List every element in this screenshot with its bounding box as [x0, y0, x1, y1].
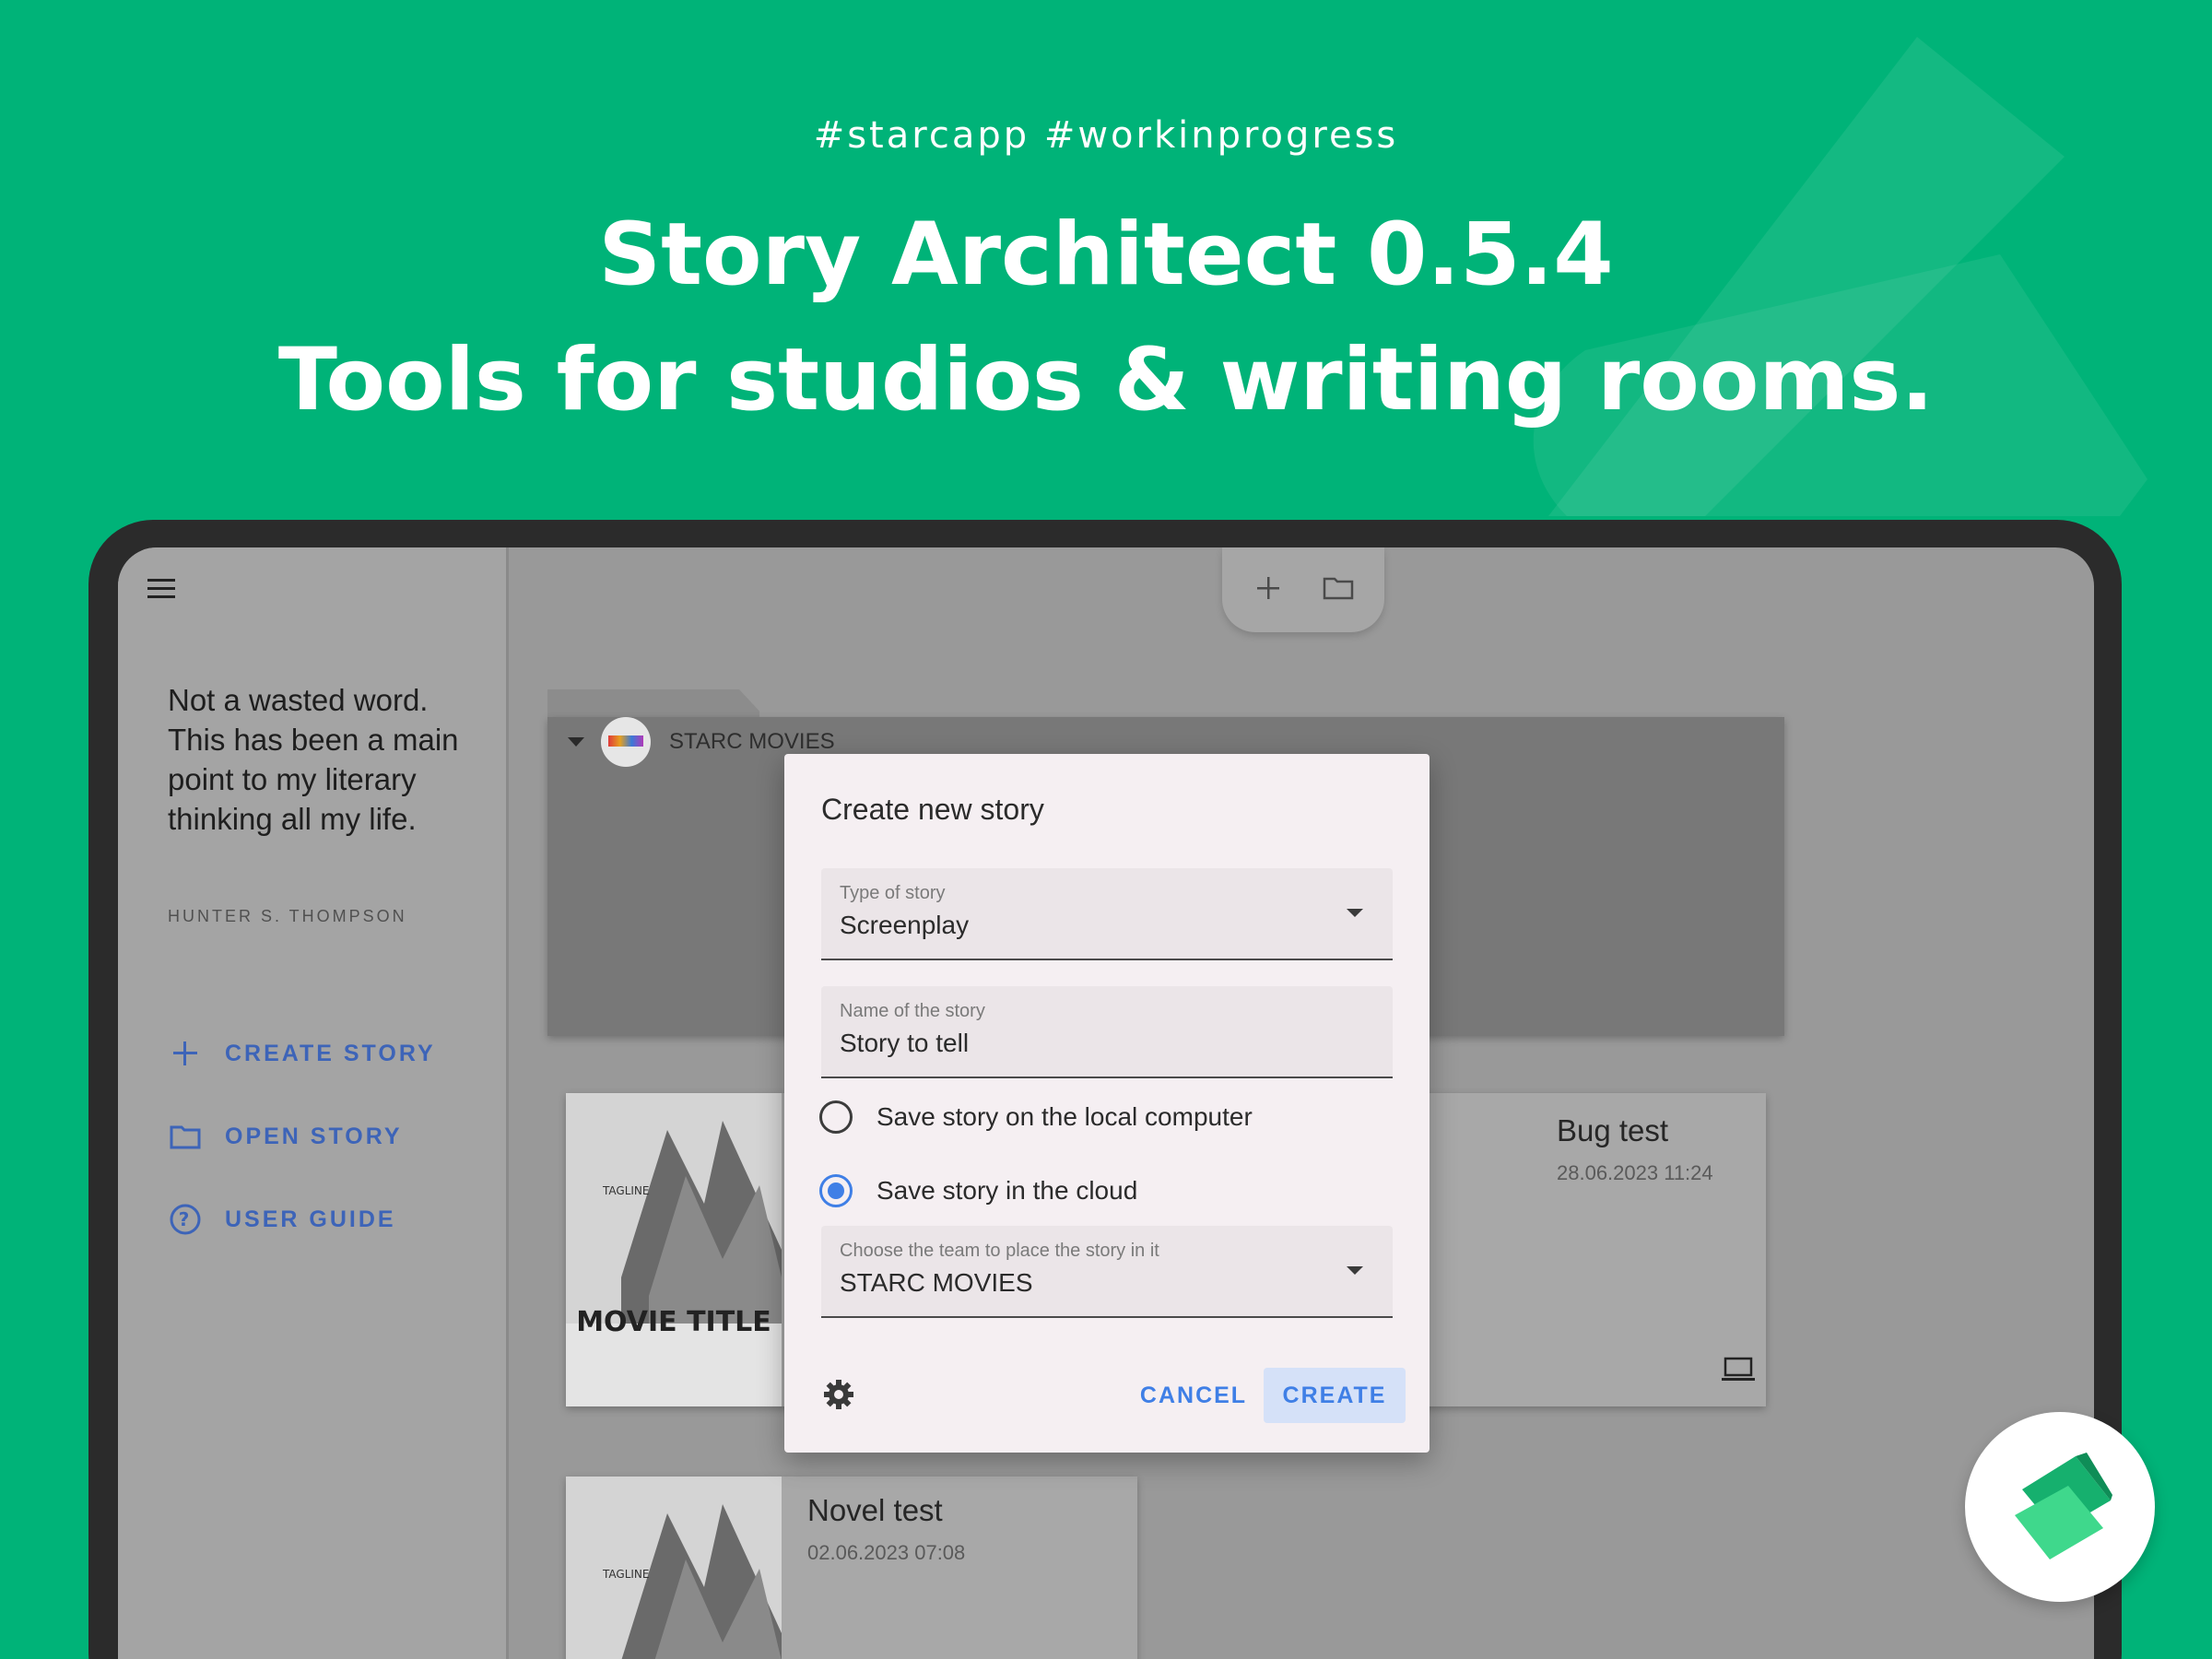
user-guide-button[interactable]: ? USER GUIDE	[168, 1198, 396, 1241]
story-type-select[interactable]: Type of story Screenplay	[821, 868, 1393, 960]
story-name-label: Name of the story	[840, 1001, 985, 1021]
top-toolbar	[1222, 547, 1384, 632]
user-guide-label: USER GUIDE	[225, 1206, 396, 1232]
create-story-button[interactable]: CREATE STORY	[168, 1032, 436, 1075]
poster-title: MOVIE TITLE	[576, 1306, 771, 1338]
app-logo-icon	[2015, 1453, 2112, 1559]
open-story-label: OPEN STORY	[225, 1123, 403, 1149]
hamburger-menu-icon[interactable]	[146, 575, 179, 603]
team-select-value: STARC MOVIES	[840, 1268, 1033, 1297]
app-logo-badge	[1965, 1412, 2155, 1602]
story-type-value: Screenplay	[840, 911, 970, 939]
laptop-icon	[1722, 1357, 1755, 1381]
poster-tagline: TAGLINE	[602, 1184, 649, 1197]
project-date: 28.06.2023 11:24	[1557, 1161, 1713, 1184]
save-local-radio[interactable]	[819, 1100, 853, 1134]
poster-image: TAGLINE	[566, 1477, 782, 1659]
poster-image: TAGLINE MOVIE TITLE	[566, 1093, 782, 1406]
cancel-button[interactable]: CANCEL	[1135, 1368, 1253, 1423]
svg-text:?: ?	[179, 1208, 193, 1230]
help-circle-icon: ?	[170, 1204, 201, 1235]
project-card[interactable]: TAGLINE Novel test 02.06.2023 07:08	[566, 1477, 1137, 1659]
headline-title: Story Architect 0.5.4	[598, 205, 1614, 305]
save-cloud-option[interactable]: Save story in the cloud	[819, 1172, 1137, 1209]
create-story-label: CREATE STORY	[225, 1040, 436, 1066]
chevron-down-icon	[1347, 909, 1363, 917]
project-title: Novel test	[807, 1493, 943, 1527]
save-local-option[interactable]: Save story on the local computer	[819, 1099, 1253, 1135]
plus-icon[interactable]	[1250, 570, 1287, 606]
dialog-title: Create new story	[821, 793, 1044, 826]
team-select[interactable]: Choose the team to place the story in it…	[821, 1226, 1393, 1318]
save-cloud-radio[interactable]	[819, 1174, 853, 1207]
expand-arrow-icon[interactable]	[568, 737, 584, 747]
story-name-value: Story to tell	[840, 1029, 970, 1057]
project-date: 02.06.2023 07:08	[807, 1541, 966, 1564]
project-poster: TAGLINE MOVIE TITLE	[566, 1093, 782, 1406]
open-story-button[interactable]: OPEN STORY	[168, 1115, 403, 1158]
poster-tagline: TAGLINE	[602, 1568, 649, 1581]
save-local-label: Save story on the local computer	[877, 1102, 1253, 1131]
folder-icon	[170, 1125, 201, 1149]
story-name-field[interactable]: Name of the story Story to tell	[821, 986, 1393, 1078]
project-poster: TAGLINE	[566, 1477, 782, 1659]
story-type-label: Type of story	[840, 883, 946, 903]
folder-icon[interactable]	[1320, 570, 1357, 606]
create-button[interactable]: CREATE	[1264, 1368, 1406, 1423]
team-logo	[601, 717, 651, 767]
sidebar: Not a wasted word. This has been a main …	[118, 547, 509, 1659]
quote-author: HUNTER S. THOMPSON	[168, 907, 407, 925]
hashtags: #starcapp #workinprogress	[813, 114, 1399, 157]
create-story-dialog: Create new story Type of story Screenpla…	[784, 754, 1430, 1453]
gear-icon[interactable]	[821, 1377, 856, 1412]
project-title: Bug test	[1557, 1113, 1669, 1147]
save-cloud-label: Save story in the cloud	[877, 1176, 1138, 1205]
plus-icon	[173, 1041, 197, 1065]
chevron-down-icon	[1347, 1266, 1363, 1275]
headline-subtitle: Tools for studios & writing rooms.	[277, 330, 1935, 430]
team-name: STARC MOVIES	[669, 729, 835, 754]
sidebar-quote: Not a wasted word. This has been a main …	[168, 683, 459, 836]
team-select-label: Choose the team to place the story in it	[840, 1241, 1159, 1261]
